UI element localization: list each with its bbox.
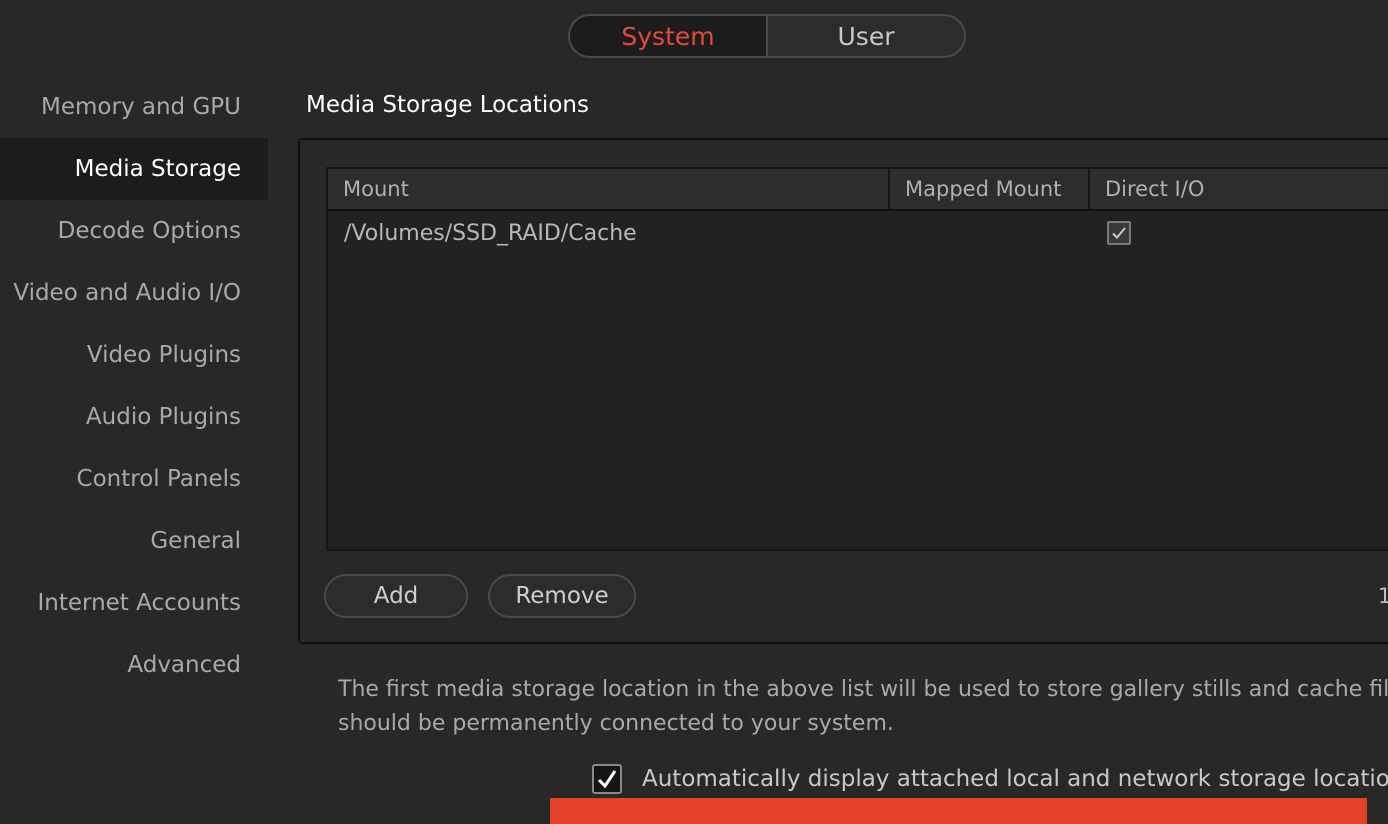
info-text: The first media storage location in the …: [338, 673, 1388, 741]
page-indicator: 1: [1378, 584, 1388, 608]
info-line-1: The first media storage location in the …: [338, 677, 1388, 702]
system-user-toggle: System User: [568, 14, 966, 58]
tab-system[interactable]: System: [570, 16, 766, 56]
mount-cell: /Volumes/SSD_RAID/Cache: [344, 220, 637, 246]
sidebar-item-general[interactable]: General: [0, 510, 268, 572]
sidebar-item-control-panels[interactable]: Control Panels: [0, 448, 268, 510]
sidebar-item-video-plugins[interactable]: Video Plugins: [0, 324, 268, 386]
auto-display-label: Automatically display attached local and…: [642, 766, 1388, 792]
table-row[interactable]: /Volumes/SSD_RAID/Cache: [328, 211, 1388, 255]
column-header-mount[interactable]: Mount: [328, 169, 890, 209]
sidebar-item-advanced[interactable]: Advanced: [0, 634, 268, 696]
section-title: Media Storage Locations: [306, 92, 589, 118]
sidebar-item-decode-options[interactable]: Decode Options: [0, 200, 268, 262]
bottom-highlight-bar: [550, 798, 1367, 824]
check-icon: [597, 770, 617, 789]
sidebar-item-video-audio-io[interactable]: Video and Audio I/O: [0, 262, 268, 324]
sidebar-item-internet-accounts[interactable]: Internet Accounts: [0, 572, 268, 634]
sidebar-item-audio-plugins[interactable]: Audio Plugins: [0, 386, 268, 448]
column-header-mapped-mount[interactable]: Mapped Mount: [890, 169, 1090, 209]
auto-display-row: Automatically display attached local and…: [592, 764, 1388, 794]
remove-button[interactable]: Remove: [488, 574, 636, 618]
sidebar-item-memory-and-gpu[interactable]: Memory and GPU: [0, 76, 268, 138]
direct-io-checkbox[interactable]: [1107, 221, 1131, 245]
auto-display-checkbox[interactable]: [592, 764, 622, 794]
column-header-direct-io[interactable]: Direct I/O: [1090, 169, 1388, 209]
direct-io-cell: [1090, 211, 1388, 255]
tab-user[interactable]: User: [768, 16, 964, 56]
media-storage-table: Mount Mapped Mount Direct I/O /Volumes/S…: [326, 167, 1388, 551]
check-icon: [1112, 227, 1126, 239]
add-button[interactable]: Add: [324, 574, 468, 618]
sidebar-item-media-storage[interactable]: Media Storage: [0, 138, 268, 200]
table-header: Mount Mapped Mount Direct I/O: [328, 169, 1388, 211]
mapped-mount-cell: [890, 211, 1090, 255]
sidebar: Memory and GPU Media Storage Decode Opti…: [0, 76, 268, 696]
info-line-2: should be permanently connected to your …: [338, 711, 894, 736]
